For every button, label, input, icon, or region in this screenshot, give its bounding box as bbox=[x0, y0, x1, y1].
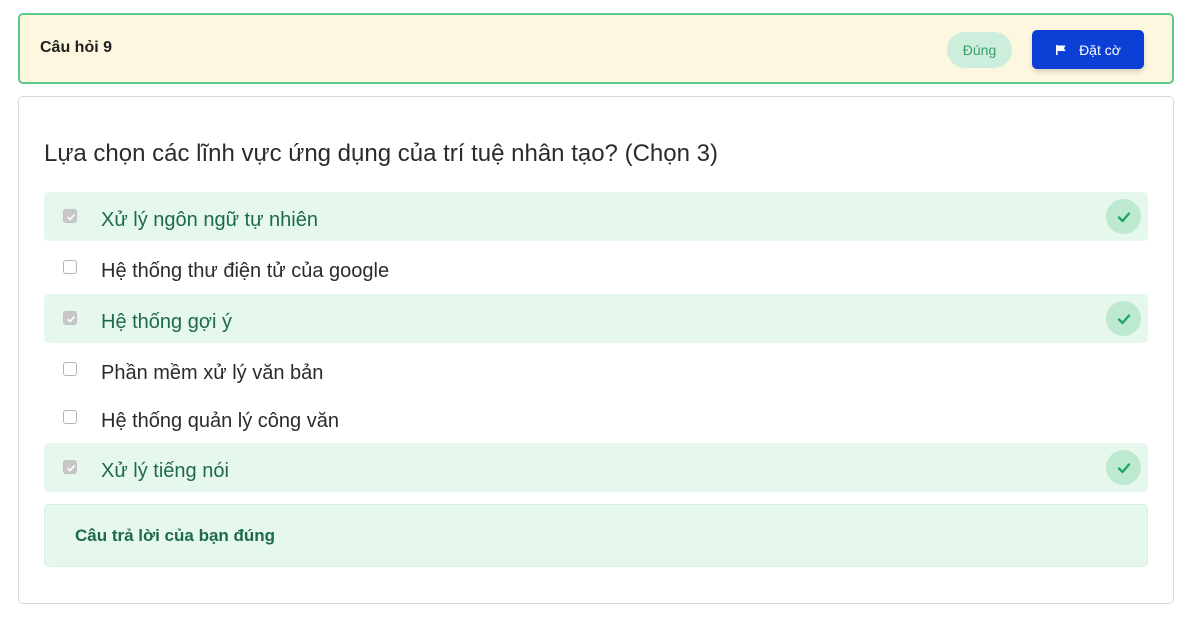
question-number: Câu hỏi 9 bbox=[40, 39, 113, 56]
option-item[interactable]: Phần mềm xử lý văn bản bbox=[44, 345, 1148, 394]
option-label: Phần mềm xử lý văn bản bbox=[101, 362, 324, 384]
feedback-text: Câu trả lời của bạn đúng bbox=[75, 526, 276, 545]
status-badge: Đúng bbox=[947, 32, 1012, 68]
question-card: Lựa chọn các lĩnh vực ứng dụng của trí t… bbox=[18, 96, 1174, 604]
checkbox-checked-icon bbox=[66, 464, 76, 472]
option-label: Hệ thống thư điện tử của google bbox=[101, 260, 390, 282]
option-item[interactable]: Hệ thống gợi ý bbox=[44, 294, 1148, 343]
option-label: Hệ thống quản lý công văn bbox=[101, 410, 339, 432]
checkbox[interactable] bbox=[63, 362, 77, 376]
checkbox-checked-icon bbox=[66, 315, 76, 323]
flag-button-label: Đặt cờ bbox=[1079, 41, 1121, 58]
checkbox[interactable] bbox=[63, 410, 77, 424]
question-header: Câu hỏi 9 Đúng Đặt cờ bbox=[18, 13, 1174, 84]
option-item[interactable]: Hệ thống quản lý công văn bbox=[44, 393, 1148, 442]
checkbox-checked-icon bbox=[66, 213, 76, 221]
option-label: Hệ thống gợi ý bbox=[101, 311, 232, 333]
feedback-box: Câu trả lời của bạn đúng bbox=[44, 504, 1148, 567]
option-label: Xử lý ngôn ngữ tự nhiên bbox=[101, 209, 318, 231]
flag-button[interactable]: Đặt cờ bbox=[1032, 30, 1144, 69]
check-circle-icon bbox=[1106, 199, 1141, 234]
question-text: Lựa chọn các lĩnh vực ứng dụng của trí t… bbox=[44, 140, 718, 167]
option-item[interactable]: Xử lý ngôn ngữ tự nhiên bbox=[44, 192, 1148, 241]
checkbox[interactable] bbox=[63, 460, 77, 474]
checkbox[interactable] bbox=[63, 209, 77, 223]
option-label: Xử lý tiếng nói bbox=[101, 460, 229, 482]
check-circle-icon bbox=[1106, 450, 1141, 485]
check-circle-icon bbox=[1106, 301, 1141, 336]
flag-icon bbox=[1056, 44, 1066, 55]
option-item[interactable]: Hệ thống thư điện tử của google bbox=[44, 243, 1148, 292]
checkbox[interactable] bbox=[63, 260, 77, 274]
checkbox[interactable] bbox=[63, 311, 77, 325]
option-item[interactable]: Xử lý tiếng nói bbox=[44, 443, 1148, 492]
